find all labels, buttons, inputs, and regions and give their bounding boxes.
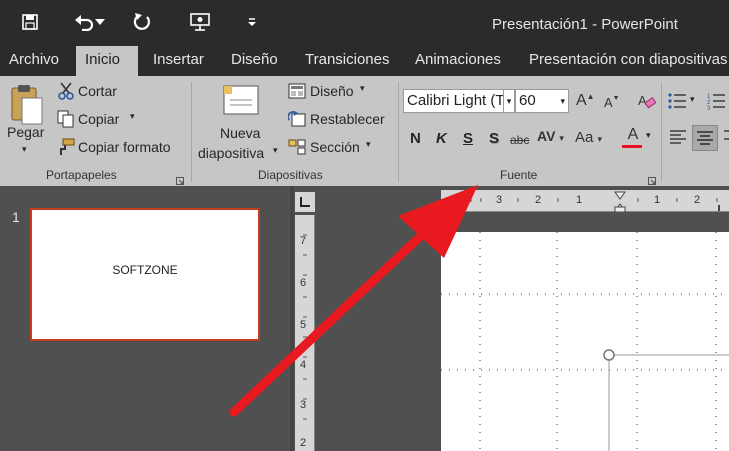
annotation-arrow-icon	[229, 185, 478, 417]
